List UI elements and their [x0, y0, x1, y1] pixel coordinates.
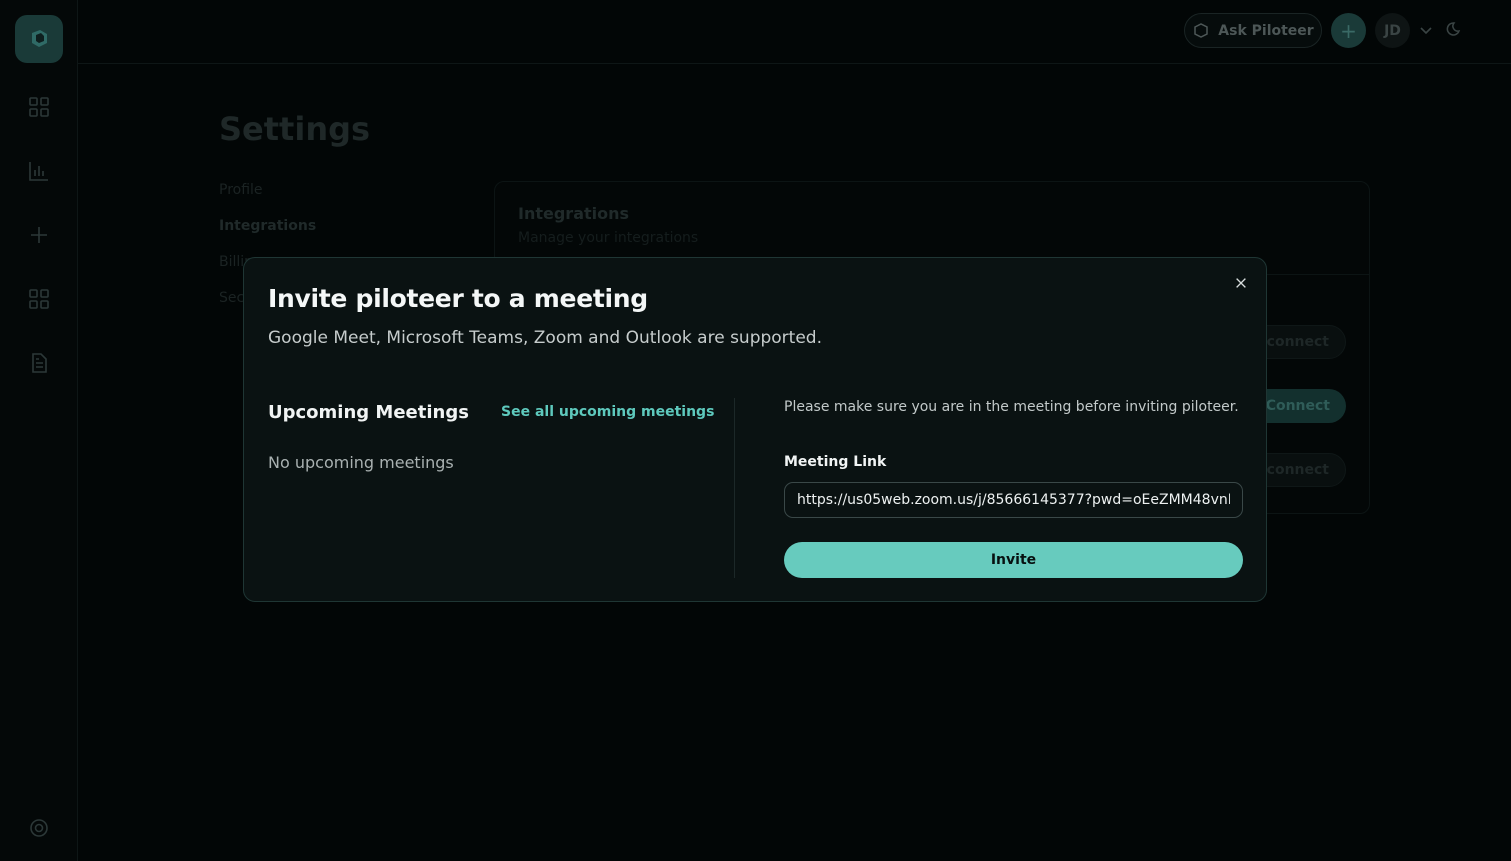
dashboard-icon[interactable] — [24, 92, 54, 122]
column-divider — [734, 398, 735, 578]
meeting-link-label: Meeting Link — [784, 454, 887, 470]
apps-icon[interactable] — [24, 284, 54, 314]
ask-piloteer-button[interactable]: Ask Piloteer — [1184, 13, 1322, 48]
upcoming-meetings-title: Upcoming Meetings — [268, 402, 469, 423]
page-title: Settings — [219, 110, 371, 148]
settings-nav-profile[interactable]: Profile — [219, 180, 316, 216]
invite-button[interactable]: Invite — [784, 542, 1243, 578]
modal-title: Invite piloteer to a meeting — [268, 284, 648, 313]
logo-icon[interactable] — [15, 15, 63, 63]
meeting-link-input[interactable] — [784, 482, 1243, 518]
ask-piloteer-label: Ask Piloteer — [1218, 22, 1314, 39]
chevron-down-icon[interactable] — [1418, 22, 1434, 38]
analytics-icon[interactable] — [24, 156, 54, 186]
invite-modal: Invite piloteer to a meeting Google Meet… — [243, 257, 1267, 602]
settings-nav-integrations[interactable]: Integrations — [219, 216, 316, 252]
moon-icon[interactable] — [1446, 20, 1464, 38]
sidebar — [0, 0, 78, 861]
topbar: Ask Piloteer + JD — [78, 0, 1511, 64]
empty-state-text: No upcoming meetings — [268, 453, 454, 472]
piloteer-icon — [1194, 22, 1209, 38]
integrations-title: Integrations — [518, 204, 630, 223]
avatar[interactable]: JD — [1375, 13, 1410, 48]
close-icon[interactable] — [1233, 275, 1249, 291]
invite-hint: Please make sure you are in the meeting … — [784, 399, 1239, 415]
add-icon[interactable] — [24, 220, 54, 250]
modal-subtitle: Google Meet, Microsoft Teams, Zoom and O… — [268, 328, 822, 348]
plus-icon[interactable]: + — [1331, 13, 1366, 48]
document-icon[interactable] — [24, 348, 54, 378]
see-all-meetings-link[interactable]: See all upcoming meetings — [501, 404, 714, 420]
help-icon[interactable] — [24, 813, 54, 843]
integrations-subtitle: Manage your integrations — [518, 230, 699, 246]
